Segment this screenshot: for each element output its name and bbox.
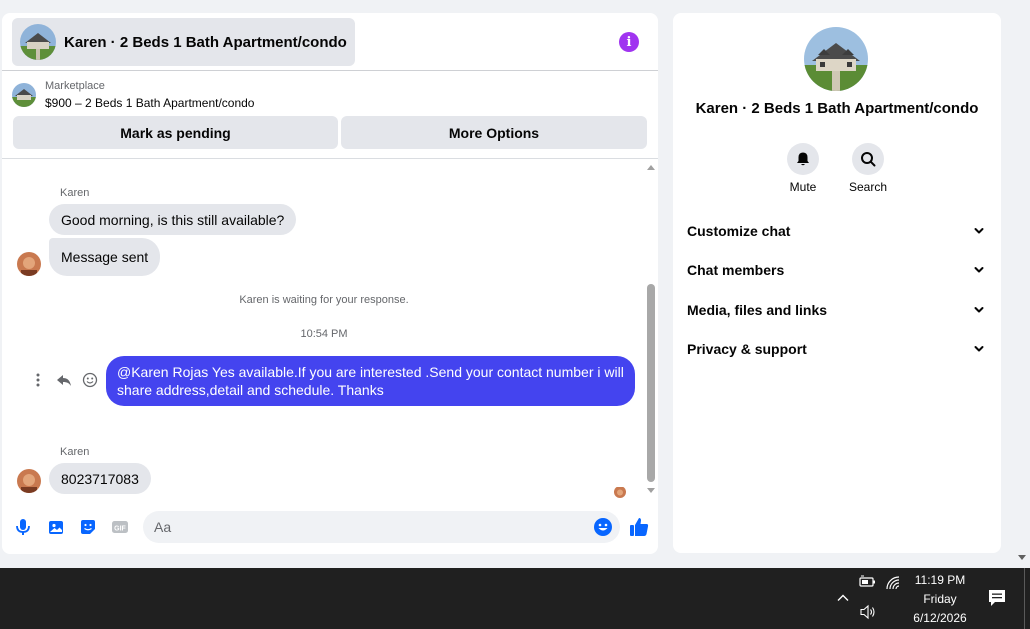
battery-icon[interactable] xyxy=(859,575,877,594)
message-composer: GIF xyxy=(2,508,658,548)
avatar[interactable] xyxy=(17,469,41,493)
incoming-message[interactable]: Message sent xyxy=(49,238,161,276)
scroll-up-arrow-icon[interactable] xyxy=(647,165,655,170)
sender-name: Karen xyxy=(60,187,90,199)
mark-as-pending-button[interactable]: Mark as pending xyxy=(13,116,338,149)
search-icon xyxy=(861,152,876,167)
section-privacy-support[interactable]: Privacy & support xyxy=(687,337,987,361)
search-button[interactable] xyxy=(852,143,884,175)
chevron-down-icon xyxy=(974,346,984,352)
scrollbar-thumb[interactable] xyxy=(647,284,655,482)
notifications-icon[interactable] xyxy=(988,589,1006,612)
volume-icon[interactable] xyxy=(859,604,877,625)
conversation-title-button[interactable]: Karen · 2 Beds 1 Bath Apartment/condo xyxy=(12,18,355,66)
microphone-icon[interactable] xyxy=(13,517,33,537)
conversation-info-panel: Karen · 2 Beds 1 Bath Apartment/condo Mu… xyxy=(673,13,1001,553)
conversation-title: Karen · 2 Beds 1 Bath Apartment/condo xyxy=(64,33,347,51)
section-label: Customize chat xyxy=(687,223,791,239)
scroll-down-arrow-icon[interactable] xyxy=(647,488,655,493)
conversation-avatar[interactable] xyxy=(804,27,868,91)
avatar[interactable] xyxy=(17,252,41,276)
mute-label: Mute xyxy=(789,180,817,194)
show-desktop-divider[interactable] xyxy=(1024,568,1025,629)
gif-icon[interactable]: GIF xyxy=(110,517,130,537)
more-actions-icon[interactable] xyxy=(35,373,41,390)
listing-thumbnail xyxy=(12,83,36,107)
outgoing-message-line: share address,detail and schedule. Thank… xyxy=(117,382,384,398)
emoji-icon[interactable] xyxy=(593,517,613,537)
chat-header: Karen · 2 Beds 1 Bath Apartment/condo i xyxy=(2,13,658,71)
read-receipt-avatar xyxy=(614,486,626,498)
photo-icon[interactable] xyxy=(46,517,66,537)
section-label: Privacy & support xyxy=(687,341,807,357)
marketplace-listing-card: Marketplace $900 – 2 Beds 1 Bath Apartme… xyxy=(2,71,658,159)
message-timestamp: 10:54 PM xyxy=(300,328,348,340)
reply-icon[interactable] xyxy=(56,372,72,391)
page-scroll-down-arrow-icon[interactable] xyxy=(1018,555,1026,560)
wifi-icon[interactable] xyxy=(885,575,901,596)
sender-name: Karen xyxy=(60,446,90,458)
clock-day[interactable]: Friday xyxy=(900,592,980,606)
thumbs-up-icon[interactable] xyxy=(628,516,650,538)
taskbar: 11:19 PM Friday 6/12/2026 xyxy=(0,568,1030,629)
chat-panel: Karen · 2 Beds 1 Bath Apartment/condo i … xyxy=(2,13,658,554)
clock-date[interactable]: 6/12/2026 xyxy=(900,611,980,625)
message-input-box[interactable] xyxy=(143,511,620,543)
info-icon[interactable]: i xyxy=(619,32,639,52)
section-customize-chat[interactable]: Customize chat xyxy=(687,219,987,243)
message-list: Karen Good morning, is this still availa… xyxy=(2,160,658,500)
listing-source: Marketplace xyxy=(45,80,105,92)
section-chat-members[interactable]: Chat members xyxy=(687,258,987,282)
react-emoji-icon[interactable] xyxy=(82,372,98,391)
chevron-down-icon xyxy=(974,307,984,313)
show-hidden-icons-chevron-up-icon[interactable] xyxy=(836,591,850,610)
bell-icon xyxy=(797,152,809,166)
more-options-button[interactable]: More Options xyxy=(341,116,647,149)
chevron-down-icon xyxy=(974,228,984,234)
mute-button[interactable] xyxy=(787,143,819,175)
section-label: Media, files and links xyxy=(687,302,828,318)
waiting-status-note: Karen is waiting for your response. xyxy=(239,294,409,306)
incoming-message[interactable]: Good morning, is this still available? xyxy=(49,204,297,235)
listing-divider xyxy=(2,158,658,159)
section-media-files-links[interactable]: Media, files and links xyxy=(687,298,987,322)
clock-time[interactable]: 11:19 PM xyxy=(900,573,980,587)
conversation-name: Karen · 2 Beds 1 Bath Apartment/condo xyxy=(695,100,979,117)
search-label: Search xyxy=(848,180,888,194)
message-input[interactable] xyxy=(143,511,583,543)
incoming-message[interactable]: 8023717083 xyxy=(49,463,151,494)
outgoing-message-line: @Karen Rojas Yes available.If you are in… xyxy=(117,364,624,380)
listing-name[interactable]: $900 – 2 Beds 1 Bath Apartment/condo xyxy=(45,96,254,110)
message-scrollbar[interactable] xyxy=(645,160,657,500)
sticker-icon[interactable] xyxy=(78,517,98,537)
outgoing-message[interactable]: @Karen Rojas Yes available.If you are in… xyxy=(106,356,635,406)
chevron-down-icon xyxy=(974,267,984,273)
listing-photo xyxy=(20,24,56,60)
section-label: Chat members xyxy=(687,262,785,278)
svg-text:GIF: GIF xyxy=(114,526,126,533)
